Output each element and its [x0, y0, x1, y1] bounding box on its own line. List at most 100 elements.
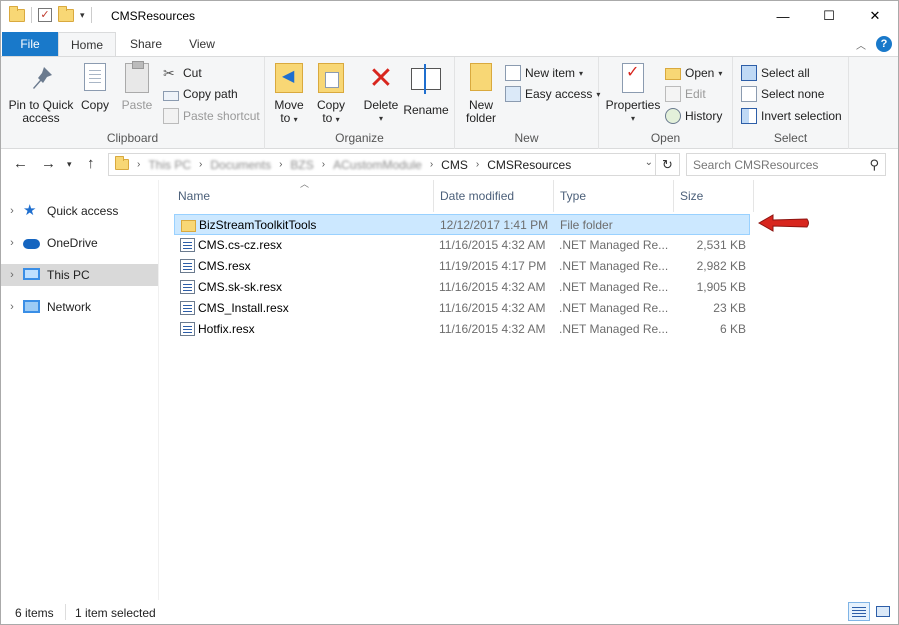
new-group: New folder New item ▾ Easy access ▾ New	[455, 57, 600, 149]
column-header-name[interactable]: Name ︿	[160, 179, 434, 212]
minimize-button[interactable]: —	[760, 1, 806, 31]
network-icon	[23, 299, 41, 315]
move-to-icon	[274, 63, 304, 95]
new-item-dropdown-icon: ▾	[579, 68, 584, 78]
ribbon-right-controls: ︿ ?	[856, 36, 892, 52]
file-date: 11/19/2015 4:17 PM	[439, 259, 547, 273]
maximize-button[interactable]: ☐	[806, 1, 852, 31]
pin-label-line2: access	[22, 111, 60, 125]
invert-selection-icon	[741, 108, 757, 124]
edit-button[interactable]: Edit	[665, 84, 706, 104]
easy-access-button[interactable]: Easy access ▾	[505, 84, 600, 104]
breadcrumb-item[interactable]: ACustomModule	[333, 158, 422, 172]
history-label: History	[685, 109, 723, 123]
resx-file-icon	[180, 301, 195, 315]
folder-icon[interactable]	[9, 5, 25, 22]
pin-to-quick-access-button[interactable]: Pin to Quick access	[5, 63, 77, 125]
large-icons-view-button[interactable]	[872, 602, 894, 621]
open-group-label: Open	[650, 131, 681, 145]
move-to-label-line2: to ▾	[280, 111, 298, 125]
star-icon: ★	[23, 202, 37, 219]
properties-dropdown-icon[interactable]: ▾	[605, 112, 661, 125]
breadcrumb-item-cms[interactable]: CMS	[441, 158, 468, 172]
search-box[interactable]: ⚲	[686, 153, 886, 176]
new-folder-button[interactable]: New folder	[461, 63, 501, 125]
delete-dropdown-icon[interactable]: ▾	[361, 112, 401, 125]
breadcrumb: › This PC › Documents › BZS › ACustomMod…	[137, 158, 571, 172]
customize-toolbar-dropdown-icon[interactable]: ▾	[80, 10, 85, 21]
open-folder-icon	[665, 68, 681, 80]
column-header-type[interactable]: Type	[554, 180, 674, 212]
nav-item-label: This PC	[47, 268, 90, 282]
back-arrow-icon[interactable]: ←	[13, 155, 28, 172]
column-header-size[interactable]: Size	[674, 180, 754, 212]
refresh-icon[interactable]: ↻	[656, 153, 680, 176]
easy-access-label: Easy access	[525, 87, 593, 101]
copy-path-button[interactable]: Copy path	[163, 84, 238, 104]
table-row[interactable]: CMS.resx 11/19/2015 4:17 PM .NET Managed…	[174, 256, 750, 277]
expand-chevron-icon[interactable]: ›	[1, 301, 23, 313]
nav-item-onedrive[interactable]: › OneDrive	[1, 232, 158, 254]
file-size: 2,531 KB	[696, 238, 746, 252]
copy-to-button[interactable]: Copy to ▾	[313, 63, 349, 126]
tab-file[interactable]: File	[2, 32, 58, 56]
window-title: CMSResources	[111, 9, 196, 23]
minimize-ribbon-icon[interactable]: ︿	[856, 37, 866, 52]
table-row[interactable]: Hotfix.resx 11/16/2015 4:32 AM .NET Mana…	[174, 319, 750, 340]
select-none-button[interactable]: Select none	[741, 84, 824, 104]
new-item-button[interactable]: New item ▾	[505, 63, 583, 83]
properties-check-icon[interactable]: ✓	[38, 8, 52, 22]
history-button[interactable]: History	[665, 106, 722, 126]
window-controls: — ☐ ✕	[760, 1, 898, 31]
breadcrumb-item[interactable]: This PC	[148, 158, 191, 172]
table-row[interactable]: CMS.sk-sk.resx 11/16/2015 4:32 AM .NET M…	[174, 277, 750, 298]
address-history-dropdown-icon[interactable]: ⌄	[645, 157, 653, 168]
new-folder-icon[interactable]	[58, 5, 74, 22]
new-item-label: New item	[525, 66, 576, 80]
resx-file-icon	[180, 259, 195, 273]
breadcrumb-item[interactable]: Documents	[210, 158, 271, 172]
address-bar[interactable]: › This PC › Documents › BZS › ACustomMod…	[108, 153, 656, 176]
open-button[interactable]: Open ▾	[665, 63, 722, 83]
search-input[interactable]	[693, 155, 863, 175]
table-row[interactable]: CMS_Install.resx 11/16/2015 4:32 AM .NET…	[174, 298, 750, 319]
nav-item-this-pc[interactable]: › This PC	[1, 264, 158, 286]
expand-chevron-icon[interactable]: ›	[1, 237, 23, 249]
organize-group: Move to ▾ Copy to ▾ ✕ Delete ▾ Rename Or…	[265, 57, 455, 149]
file-name: BizStreamToolkitTools	[199, 218, 317, 232]
tab-view[interactable]: View	[176, 32, 228, 56]
nav-item-quick-access[interactable]: › ★ Quick access	[1, 200, 158, 222]
paste-shortcut-button[interactable]: Paste shortcut	[163, 106, 260, 126]
properties-button[interactable]: Properties ▾	[605, 63, 661, 125]
breadcrumb-item-cmsresources[interactable]: CMSResources	[487, 158, 571, 172]
expand-chevron-icon[interactable]: ›	[1, 269, 23, 281]
select-all-button[interactable]: Select all	[741, 63, 810, 83]
paste-button[interactable]: Paste	[117, 61, 157, 112]
forward-arrow-icon[interactable]: →	[41, 155, 56, 172]
invert-selection-button[interactable]: Invert selection	[741, 106, 842, 126]
delete-button[interactable]: ✕ Delete ▾	[361, 63, 401, 125]
file-type: .NET Managed Re...	[559, 301, 669, 315]
copy-path-label: Copy path	[183, 87, 238, 101]
recent-locations-dropdown-icon[interactable]: ▾	[67, 159, 72, 170]
close-button[interactable]: ✕	[852, 1, 898, 31]
help-icon[interactable]: ?	[876, 36, 892, 52]
divider	[65, 604, 66, 620]
move-to-button[interactable]: Move to ▾	[271, 63, 307, 126]
table-row[interactable]: BizStreamToolkitTools 12/12/2017 1:41 PM…	[174, 214, 750, 235]
rename-button[interactable]: Rename	[403, 63, 449, 117]
table-row[interactable]: CMS.cs-cz.resx 11/16/2015 4:32 AM .NET M…	[174, 235, 750, 256]
cut-button[interactable]: ✂ Cut	[163, 63, 202, 83]
tab-home[interactable]: Home	[58, 32, 116, 57]
nav-item-network[interactable]: › Network	[1, 296, 158, 318]
file-size: 6 KB	[719, 322, 746, 336]
up-arrow-icon[interactable]: ↑	[87, 155, 95, 172]
copy-button[interactable]: Copy	[77, 63, 113, 112]
search-icon[interactable]: ⚲	[869, 157, 879, 173]
column-header-date[interactable]: Date modified	[434, 180, 554, 212]
rename-label: Rename	[403, 103, 449, 117]
details-view-button[interactable]	[848, 602, 870, 621]
tab-share[interactable]: Share	[118, 32, 174, 56]
properties-label: Properties	[605, 98, 661, 112]
expand-chevron-icon[interactable]: ›	[1, 205, 23, 217]
